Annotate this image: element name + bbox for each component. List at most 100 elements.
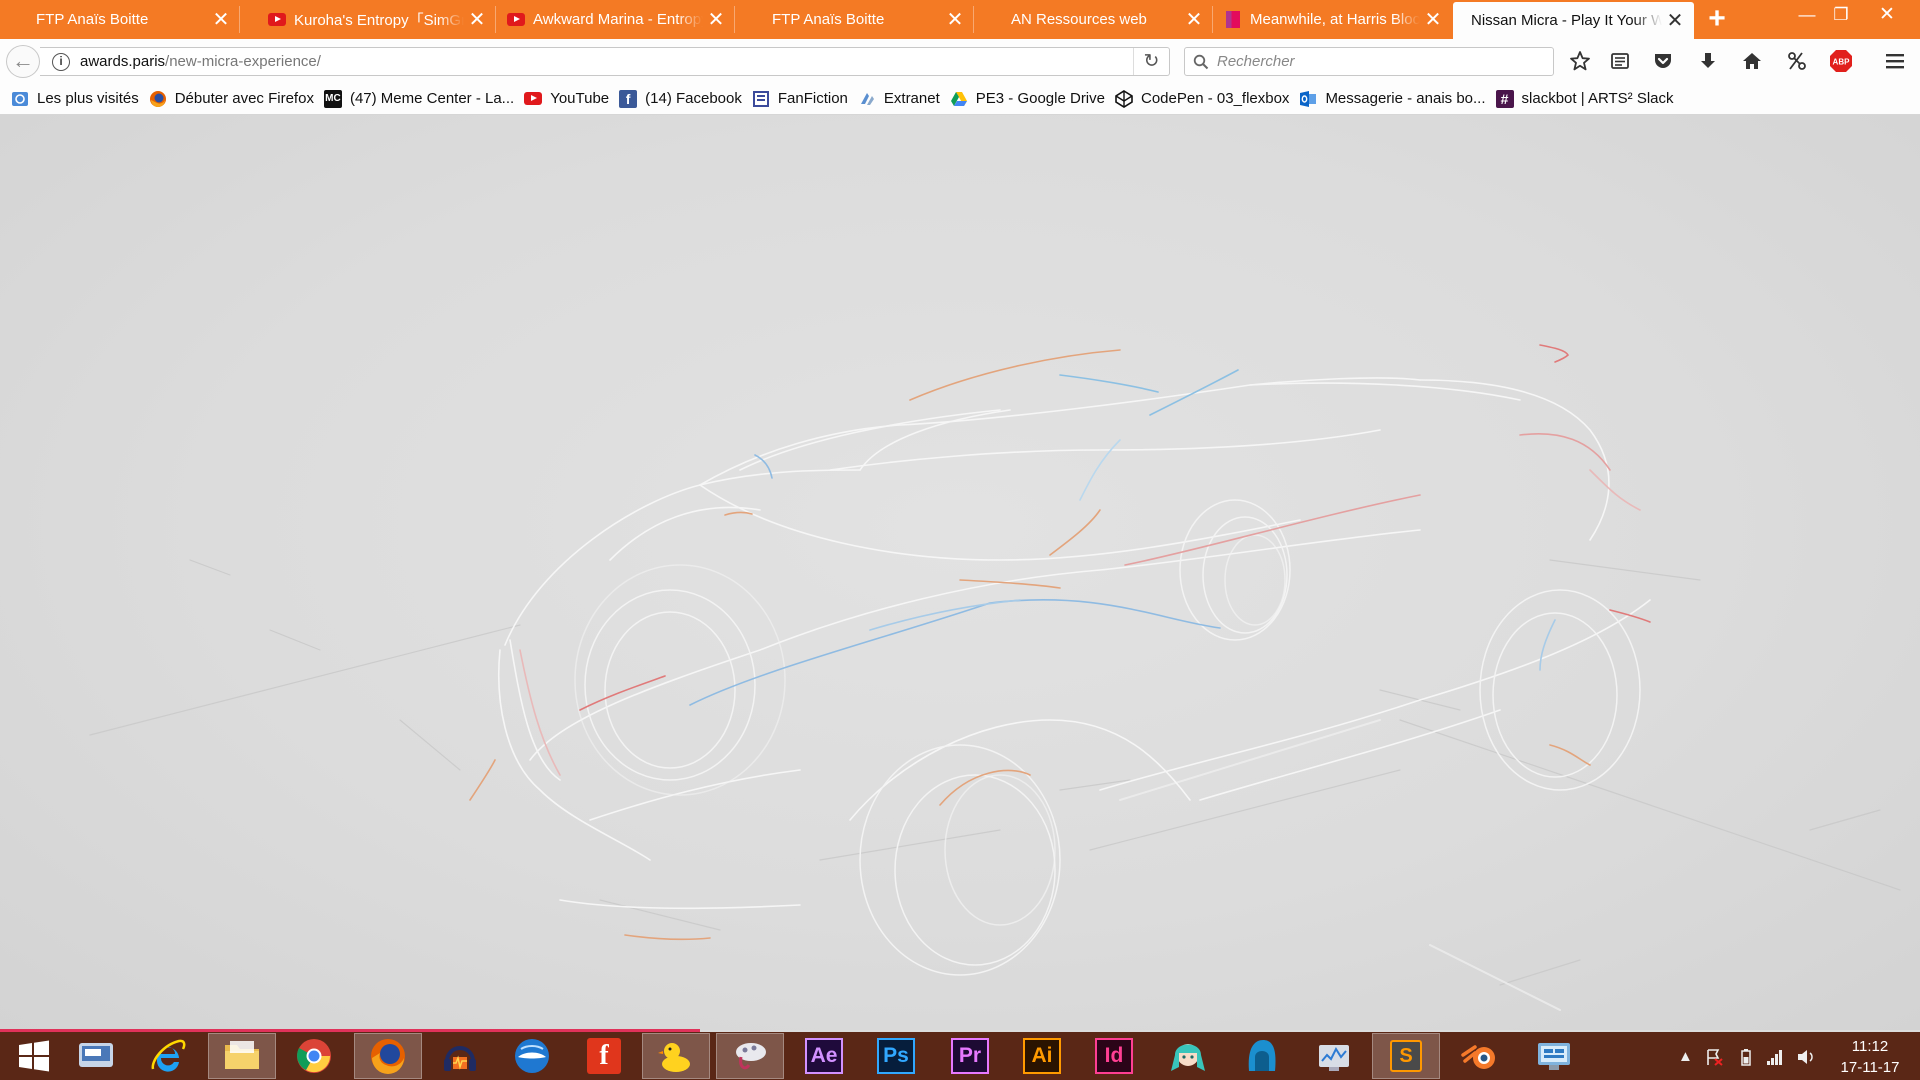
tab-youtube-marina[interactable]: Awkward Marina - Entropy ✕ [497,0,735,39]
close-window-button[interactable]: ✕ [1864,0,1910,30]
bookmark-fanfiction[interactable]: FanFiction [752,90,848,108]
taskbar-remote-desktop[interactable] [62,1033,130,1079]
facebook-icon: f [619,89,638,108]
bookmark-google-drive[interactable]: PE3 - Google Drive [950,90,1105,108]
network-signal-icon[interactable] [1766,1048,1784,1070]
clock-date[interactable]: 17-11-17 [1830,1059,1910,1076]
taskbar-indesign[interactable]: Id [1080,1033,1148,1079]
close-icon[interactable]: ✕ [703,7,729,32]
bookmark-codepen[interactable]: CodePen - 03_flexbox [1115,89,1289,108]
paint-tool-icon [736,1043,766,1070]
tab-title: Kuroha's Entropy「SimGretina」 [294,12,464,29]
bookmark-label: slackbot | ARTS² Slack [1521,90,1674,107]
taskbar-audacity[interactable] [426,1033,494,1079]
tab-ressources-web[interactable]: AN Ressources web ✕ [975,0,1213,39]
navigation-toolbar: i awards.paris /new-micra-experience/ ↻ … [0,39,1920,83]
control-panel-icon [1538,1043,1570,1070]
taskbar-blender[interactable] [1446,1033,1514,1079]
taskbar-thunderbird[interactable] [498,1033,566,1079]
taskbar-after-effects[interactable]: Ae [790,1033,858,1079]
tab-youtube-kuroha[interactable]: Kuroha's Entropy「SimGretina」 ✕ [258,0,496,39]
close-icon[interactable]: ✕ [1662,8,1688,33]
taskbar-sublime-text[interactable]: S [1372,1033,1440,1079]
bookmark-outlook[interactable]: Messagerie - anais bo... [1299,90,1486,108]
extranet-icon [858,90,876,108]
windows-taskbar: f Ae Ps Pr Ai Id S ▲ 11:12 17-11-17 [0,1032,1920,1080]
tab-title: Nissan Micra - Play It Your Way [1471,12,1662,29]
search-input[interactable] [1217,53,1537,70]
search-icon [1193,54,1209,69]
tab-favicon [985,11,1003,29]
fontforge-icon: f [587,1038,621,1074]
sublime-text-icon: S [1390,1040,1422,1072]
youtube-icon [507,11,525,29]
site-info-icon[interactable]: i [52,52,70,71]
taskbar-illustrator[interactable]: Ai [1008,1033,1076,1079]
slack-icon: # [1495,89,1514,108]
taskbar-blue-app[interactable] [1228,1033,1296,1079]
close-icon[interactable]: ✕ [1420,7,1446,32]
volume-icon[interactable] [1796,1048,1816,1070]
search-bar[interactable] [1184,47,1554,76]
back-button[interactable]: ← [6,45,40,78]
taskbar-photoshop[interactable]: Ps [862,1033,930,1079]
adblock-plus-icon[interactable]: ABP [1826,47,1856,75]
close-icon[interactable]: ✕ [464,7,490,32]
page-content[interactable] [0,115,1920,1030]
fanfiction-icon [752,90,770,108]
taskbar-premiere[interactable]: Pr [936,1033,1004,1079]
restore-button[interactable]: ❐ [1818,0,1864,30]
close-icon[interactable]: ✕ [1181,7,1207,32]
taskbar-paint-tool[interactable] [716,1033,784,1079]
bookmark-meme-center[interactable]: MC (47) Meme Center - La... [323,89,514,108]
tab-harris-bloom[interactable]: Meanwhile, at Harris Bloom ✕ [1214,0,1452,39]
performance-monitor-icon [1319,1045,1349,1071]
url-host: awards.paris [80,53,166,70]
bookmark-youtube[interactable]: YouTube [524,90,609,108]
extension-icon[interactable] [1782,47,1812,75]
bookmark-label: Extranet [883,90,940,107]
tab-ftp-1[interactable]: FTP Anaïs Boitte ✕ [0,0,240,39]
bookmark-label: FanFiction [777,90,848,107]
bookmark-firefox[interactable]: Débuter avec Firefox [149,90,314,108]
taskbar-vocaloid[interactable] [1154,1033,1222,1079]
menu-icon[interactable] [1880,47,1910,75]
bookmark-label: Messagerie - anais bo... [1325,90,1486,107]
clock-time[interactable]: 11:12 [1830,1038,1910,1055]
taskbar-chrome[interactable] [280,1033,348,1079]
taskbar-internet-explorer[interactable] [134,1033,202,1079]
close-icon[interactable]: ✕ [942,7,968,32]
firefox-icon [149,90,167,108]
bookmark-slack[interactable]: # slackbot | ARTS² Slack [1495,89,1674,108]
blender-icon [1461,1045,1495,1069]
bookmark-facebook[interactable]: f (14) Facebook [619,89,742,108]
tab-title: Awkward Marina - Entropy [533,11,703,28]
tab-title: FTP Anaïs Boitte [36,11,149,28]
show-hidden-icons-chevron-icon[interactable]: ▲ [1678,1048,1693,1065]
taskbar-fontforge[interactable]: f [570,1033,638,1079]
action-center-flag-icon[interactable] [1705,1048,1723,1070]
battery-icon[interactable] [1738,1048,1754,1070]
taskbar-rubber-duck[interactable] [642,1033,710,1079]
car-sketch-illustration [89,344,1901,1011]
reading-list-icon[interactable] [1605,47,1635,75]
taskbar-file-explorer[interactable] [208,1033,276,1079]
start-button[interactable] [0,1033,68,1079]
tab-nissan-micra[interactable]: Nissan Micra - Play It Your Way ✕ [1453,2,1694,39]
new-tab-button[interactable]: + [1700,4,1734,35]
url-bar[interactable]: i awards.paris /new-micra-experience/ ↻ [40,47,1170,76]
tab-ftp-2[interactable]: FTP Anaïs Boitte ✕ [736,0,974,39]
bookmark-star-icon[interactable] [1565,47,1595,75]
close-icon[interactable]: ✕ [208,7,234,32]
reload-icon[interactable]: ↻ [1133,48,1169,75]
taskbar-performance-monitor[interactable] [1300,1033,1368,1079]
taskbar-control-panel[interactable] [1520,1033,1588,1079]
taskbar-firefox[interactable] [354,1033,422,1079]
tab-title: FTP Anaïs Boitte [772,11,885,28]
download-icon[interactable] [1693,47,1723,75]
pocket-icon[interactable] [1648,47,1678,75]
home-icon[interactable] [1737,47,1767,75]
bookmark-most-visited[interactable]: Les plus visités [11,90,139,108]
blue-character-icon [1248,1040,1276,1071]
bookmark-extranet[interactable]: Extranet [858,90,940,108]
